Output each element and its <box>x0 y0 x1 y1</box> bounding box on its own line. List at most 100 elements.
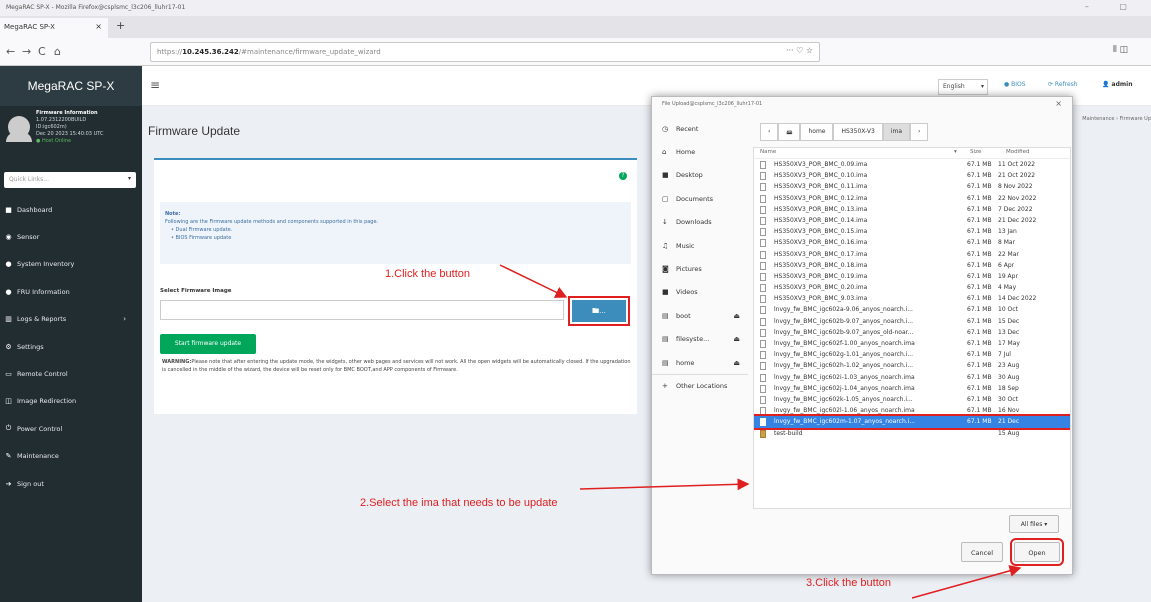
language-select[interactable]: English ▾ <box>938 79 988 95</box>
file-row[interactable]: lnvgy_fw_BMC_igc602j-1.04_anyos_noarch.i… <box>754 383 1070 394</box>
file-icon <box>760 328 766 337</box>
place-home[interactable]: ⌂ Home <box>652 140 748 163</box>
url-path: /#maintenance/firmware_update_wizard <box>238 48 381 56</box>
select-firmware-label: Select Firmware Image <box>160 288 232 294</box>
column-name[interactable]: Name <box>760 149 776 155</box>
browser-tab[interactable]: MegaRAC SP-X × <box>0 18 108 38</box>
file-name: test-build <box>774 429 803 437</box>
breadcrumb[interactable]: Maintenance › Firmware Up <box>1082 116 1151 122</box>
sort-icon[interactable]: ▾ <box>954 149 957 155</box>
file-name: HS350XV3_POR_BMC_0.12.ima <box>774 194 868 202</box>
file-row[interactable]: HS350XV3_POR_BMC_0.13.ima 67.1 MB 7 Dec 20… <box>754 204 1070 215</box>
file-row[interactable]: HS350XV3_POR_BMC_0.12.ima 67.1 MB 22 Nov 2… <box>754 193 1070 204</box>
open-button[interactable]: Open <box>1010 538 1064 566</box>
back-button[interactable]: ← <box>6 45 15 58</box>
path-crumb[interactable]: 🖴 <box>778 123 801 141</box>
file-row[interactable]: HS350XV3_POR_BMC_9.03.ima 67.1 MB 14 Dec 2… <box>754 293 1070 304</box>
dialog-title: File Upload@csplsmc_l3c206_lluhr17-01 <box>662 101 763 107</box>
file-row[interactable]: lnvgy_fw_BMC_igc602g-1.01_anyos_noarch.i… <box>754 349 1070 360</box>
sidebar-item-dashboard[interactable]: ■ Dashboard <box>0 196 142 223</box>
warning-text: WARNING:Please note that after entering … <box>162 358 632 374</box>
window-controls[interactable]: – ▢ <box>1085 2 1141 11</box>
sidebar-item-power-control[interactable]: ⏻ Power Control <box>0 415 142 442</box>
file-row[interactable]: HS350XV3_POR_BMC_0.17.ima 67.1 MB 22 Mar <box>754 249 1070 260</box>
path-crumb[interactable]: home <box>800 123 834 141</box>
path-crumb[interactable]: HS350X-V3 <box>833 123 883 141</box>
home-button[interactable]: ⌂ <box>54 45 61 58</box>
file-row[interactable]: lnvgy_fw_BMC_igc602l-1.06_anyos_noarch.i… <box>754 405 1070 416</box>
close-icon[interactable]: × <box>1055 99 1062 108</box>
file-row[interactable]: lnvgy_fw_BMC_igc602b-9.07_anyos_old-noar… <box>754 327 1070 338</box>
menu-icon: ➔ <box>5 479 12 488</box>
quick-links-select[interactable]: Quick Links... ▾ <box>4 172 136 188</box>
menu-toggle-icon[interactable]: ≡ <box>150 78 160 92</box>
place-filesyste[interactable]: ▤ filesyste... ⏏ <box>652 328 748 351</box>
refresh-button[interactable]: ⟳ Refresh <box>1048 81 1078 88</box>
file-row[interactable]: HS350XV3_POR_BMC_0.20.ima 67.1 MB 4 May <box>754 282 1070 293</box>
cancel-button[interactable]: Cancel <box>961 542 1003 562</box>
menu-icon: ▭ <box>5 370 12 379</box>
browse-file-button[interactable]: 🖿... <box>568 296 630 326</box>
url-bar[interactable]: https://10.245.36.242/#maintenance/firmw… <box>150 42 820 62</box>
place-desktop[interactable]: ■ Desktop <box>652 164 748 187</box>
place-pictures[interactable]: ◙ Pictures <box>652 257 748 280</box>
file-row[interactable]: lnvgy_fw_BMC_igc602m-1.07_anyos_noarch.i… <box>754 414 1070 430</box>
file-row[interactable]: HS350XV3_POR_BMC_0.09.ima 67.1 MB 11 Oct 2… <box>754 159 1070 170</box>
folder-row[interactable]: test-build 15 Aug <box>754 428 1070 439</box>
tab-close-icon[interactable]: × <box>95 22 102 31</box>
file-type-filter[interactable]: All files ▾ <box>1009 515 1059 533</box>
sidebar-item-system-inventory[interactable]: ● System Inventory <box>0 251 142 278</box>
file-row[interactable]: lnvgy_fw_BMC_igc602b-9.07_anyos_noarch.i… <box>754 316 1070 327</box>
eject-icon[interactable]: ⏏ <box>733 359 740 367</box>
sidebar-item-maintenance[interactable]: ✎ Maintenance <box>0 443 142 470</box>
library-icon[interactable]: ⫴ ◫ <box>1113 45 1128 55</box>
place-videos[interactable]: ■ Videos <box>652 281 748 304</box>
file-row[interactable]: lnvgy_fw_BMC_igc602a-9.06_anyos_noarch.i… <box>754 304 1070 315</box>
folder-icon <box>760 429 766 438</box>
sidebar-item-fru-information[interactable]: ● FRU Information <box>0 278 142 305</box>
file-row[interactable]: HS350XV3_POR_BMC_0.10.ima 67.1 MB 21 Oct 2… <box>754 170 1070 181</box>
column-size[interactable]: Size <box>970 149 981 155</box>
eject-icon[interactable]: ⏏ <box>733 312 740 320</box>
sidebar-item-logs-reports[interactable]: ▥ Logs & Reports › <box>0 306 142 333</box>
page-actions-icon[interactable]: ··· ♡ ☆ <box>786 46 813 55</box>
new-tab-button[interactable]: + <box>116 19 125 32</box>
file-row[interactable]: HS350XV3_POR_BMC_0.14.ima 67.1 MB 21 Dec 2… <box>754 215 1070 226</box>
brand-logo[interactable]: MegaRAC SP-X <box>0 66 142 106</box>
sidebar-item-image-redirection[interactable]: ◫ Image Redirection <box>0 388 142 415</box>
eject-icon[interactable]: ⏏ <box>733 335 740 343</box>
sidebar-item-settings[interactable]: ⚙ Settings <box>0 333 142 360</box>
column-modified[interactable]: Modified <box>1006 149 1029 155</box>
help-icon[interactable]: ? <box>619 172 627 180</box>
forward-button[interactable]: → <box>22 45 31 58</box>
user-menu[interactable]: 👤 admin <box>1102 81 1132 88</box>
file-row[interactable]: HS350XV3_POR_BMC_0.16.ima 67.1 MB 8 Mar <box>754 237 1070 248</box>
file-row[interactable]: HS350XV3_POR_BMC_0.19.ima 67.1 MB 19 Apr <box>754 271 1070 282</box>
path-crumb[interactable]: ‹ <box>760 123 779 141</box>
file-row[interactable]: HS350XV3_POR_BMC_0.18.ima 67.1 MB 6 Apr <box>754 260 1070 271</box>
start-firmware-update-button[interactable]: Start firmware update <box>160 334 256 354</box>
file-icon <box>760 250 766 259</box>
file-row[interactable]: lnvgy_fw_BMC_igc602k-1.05_anyos_noarch.i… <box>754 394 1070 405</box>
firmware-file-input[interactable] <box>160 300 564 320</box>
bios-button[interactable]: ● BIOS <box>1004 81 1026 88</box>
sidebar-item-remote-control[interactable]: ▭ Remote Control <box>0 360 142 387</box>
place-boot[interactable]: ▤ boot ⏏ <box>652 304 748 327</box>
place-other-locations[interactable]: + Other Locations <box>652 374 748 397</box>
file-row[interactable]: HS350XV3_POR_BMC_0.11.ima 67.1 MB 8 Nov 20… <box>754 181 1070 192</box>
file-row[interactable]: lnvgy_fw_BMC_igc602f-1.00_anyos_noarch.i… <box>754 338 1070 349</box>
sidebar-item-sign-out[interactable]: ➔ Sign out <box>0 470 142 497</box>
place-home[interactable]: ▤ home ⏏ <box>652 351 748 374</box>
place-documents[interactable]: ▢ Documents <box>652 187 748 210</box>
path-crumb[interactable]: ima <box>882 123 911 141</box>
file-row[interactable]: HS350XV3_POR_BMC_0.15.ima 67.1 MB 13 Jan <box>754 226 1070 237</box>
place-music[interactable]: ♫ Music <box>652 234 748 257</box>
place-recent[interactable]: ◷ Recent <box>652 117 748 140</box>
file-row[interactable]: lnvgy_fw_BMC_igc602i-1.03_anyos_noarch.i… <box>754 372 1070 383</box>
note-title: Note: <box>165 211 181 217</box>
place-downloads[interactable]: ↓ Downloads <box>652 211 748 234</box>
reload-button[interactable]: C <box>38 45 46 58</box>
file-row[interactable]: lnvgy_fw_BMC_igc602h-1.02_anyos_noarch.i… <box>754 360 1070 371</box>
path-crumb[interactable]: › <box>910 123 929 141</box>
sidebar-item-sensor[interactable]: ◉ Sensor <box>0 223 142 250</box>
